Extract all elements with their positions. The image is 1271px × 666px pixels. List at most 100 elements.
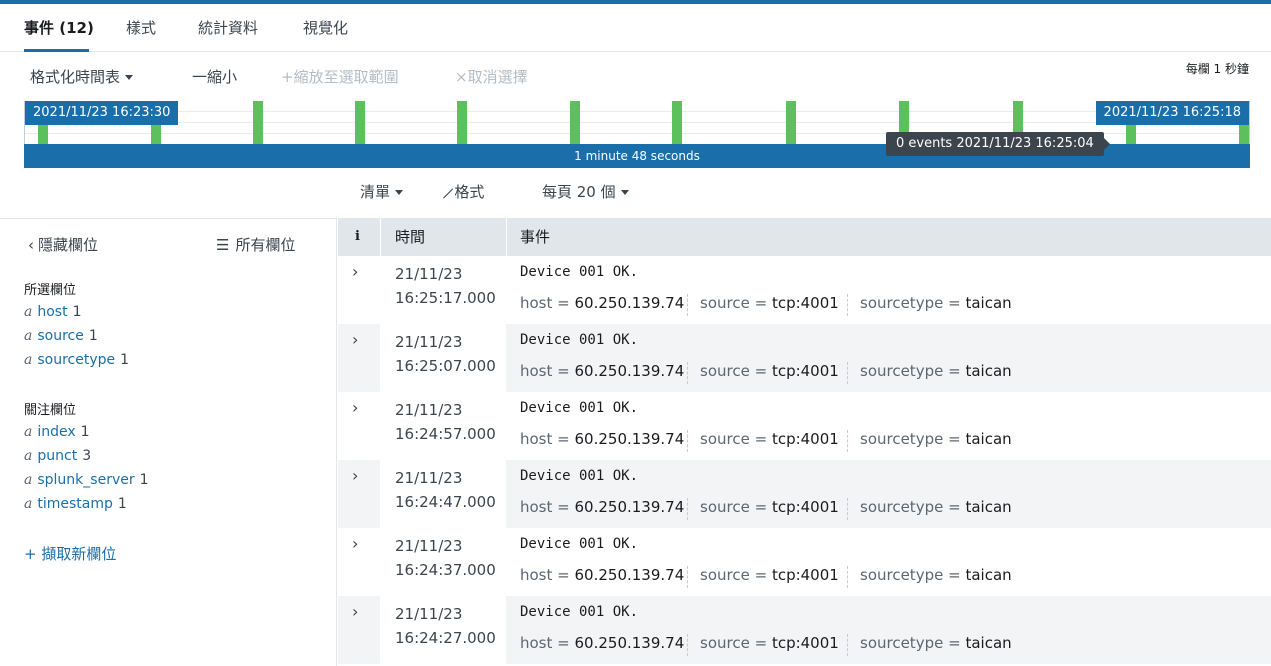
host-field-value[interactable]: host = 60.250.139.74 [520, 430, 684, 448]
field-key: source = [700, 498, 768, 516]
field-punct[interactable]: a punct 3 [24, 448, 91, 464]
event-date: 21/11/23 [395, 605, 463, 623]
event-raw-text: Device 001 OK. [520, 468, 639, 484]
field-value: taican [965, 634, 1012, 652]
host-field-value[interactable]: host = 60.250.139.74 [520, 362, 684, 380]
sourcetype-field-value[interactable]: sourcetype = taican [860, 294, 1012, 312]
field-key: source = [700, 430, 768, 448]
source-field-value[interactable]: source = tcp:4001 [700, 294, 839, 312]
chevron-right-icon[interactable]: › [352, 330, 358, 349]
field-separator [847, 498, 848, 520]
tab-events[interactable]: 事件 (12) [24, 17, 94, 38]
sourcetype-field-value[interactable]: sourcetype = taican [860, 566, 1012, 584]
timeline[interactable]: 2021/11/23 16:23:30 2021/11/23 16:25:18 … [24, 101, 1250, 168]
tab-visualization[interactable]: 視覺化 [303, 17, 348, 38]
timeline-bar[interactable] [355, 101, 365, 144]
event-raw-text: Device 001 OK. [520, 400, 639, 416]
timeline-bar[interactable] [457, 101, 467, 144]
timeline-bar[interactable] [570, 101, 580, 144]
field-name: index [37, 424, 76, 440]
chevron-right-icon[interactable]: › [352, 602, 358, 621]
chevron-right-icon[interactable]: › [352, 398, 358, 417]
sourcetype-field-value[interactable]: sourcetype = taican [860, 430, 1012, 448]
field-value: tcp:4001 [771, 634, 839, 652]
field-count: 1 [88, 328, 98, 344]
event-column-header: 事件 [520, 228, 551, 246]
field-key: host = [520, 498, 570, 516]
field-key: sourcetype = [860, 430, 961, 448]
field-key: host = [520, 430, 570, 448]
field-value: 60.250.139.74 [574, 498, 685, 516]
deselect-button[interactable]: ×取消選擇 [455, 66, 528, 87]
event-time: 21/11/23 16:24:47.000 [395, 466, 496, 514]
zoom-out-button[interactable]: 一縮小 [192, 66, 237, 87]
source-field-value[interactable]: source = tcp:4001 [700, 566, 839, 584]
field-count: 1 [120, 352, 130, 368]
event-date: 21/11/23 [395, 469, 463, 487]
field-key: source = [700, 566, 768, 584]
event-time: 21/11/23 16:24:57.000 [395, 398, 496, 446]
event-raw-text: Device 001 OK. [520, 604, 639, 620]
extract-new-fields-link[interactable]: + 擷取新欄位 [24, 543, 116, 564]
field-separator [847, 294, 848, 316]
source-field-value[interactable]: source = tcp:4001 [700, 498, 839, 516]
host-field-value[interactable]: host = 60.250.139.74 [520, 294, 684, 312]
field-separator [847, 634, 848, 656]
event-time: 21/11/23 16:25:17.000 [395, 262, 496, 310]
sourcetype-field-value[interactable]: sourcetype = taican [860, 362, 1012, 380]
sourcetype-field-value[interactable]: sourcetype = taican [860, 498, 1012, 516]
zoom-to-selection-button[interactable]: +縮放至選取範圍 [281, 66, 399, 87]
timeline-bar[interactable] [253, 101, 263, 144]
field-key: source = [700, 294, 768, 312]
field-key: source = [700, 362, 768, 380]
host-field-value[interactable]: host = 60.250.139.74 [520, 498, 684, 516]
field-splunk-server[interactable]: a splunk_server 1 [24, 472, 149, 488]
field-timestamp[interactable]: a timestamp 1 [24, 496, 127, 512]
host-field-value[interactable]: host = 60.250.139.74 [520, 634, 684, 652]
table-row: › 21/11/23 16:24:47.000 Device 001 OK. ho… [338, 460, 1271, 528]
field-name: source [37, 328, 84, 344]
field-value: tcp:4001 [771, 294, 839, 312]
chevron-right-icon[interactable]: › [352, 262, 358, 281]
field-value: 60.250.139.74 [574, 362, 685, 380]
timeline-bar[interactable] [672, 101, 682, 144]
selected-fields-heading: 所選欄位 [24, 283, 77, 298]
source-field-value[interactable]: source = tcp:4001 [700, 634, 839, 652]
tab-bar: 事件 (12) 樣式 統計資料 視覺化 [0, 4, 1271, 52]
timeline-bar[interactable] [786, 101, 796, 144]
table-row: › 21/11/23 16:24:57.000 Device 001 OK. ho… [338, 392, 1271, 460]
event-raw-text: Device 001 OK. [520, 332, 639, 348]
format-timeline-button[interactable]: 格式化時間表 [30, 66, 134, 87]
per-page-button[interactable]: 每頁 20 個 [542, 181, 629, 202]
field-name: timestamp [37, 496, 113, 512]
format-button[interactable]: |格式 [441, 181, 484, 202]
field-source[interactable]: a source 1 [24, 328, 98, 344]
field-separator [687, 566, 688, 588]
tab-statistics[interactable]: 統計資料 [198, 17, 258, 38]
chevron-down-icon [620, 190, 629, 195]
chevron-right-icon[interactable]: › [352, 534, 358, 553]
field-host[interactable]: a host 1 [24, 304, 82, 320]
sourcetype-field-value[interactable]: sourcetype = taican [860, 634, 1012, 652]
field-key: sourcetype = [860, 566, 961, 584]
field-count: 1 [139, 472, 149, 488]
time-column-header[interactable]: 時間 [395, 218, 425, 256]
source-field-value[interactable]: source = tcp:4001 [700, 362, 839, 380]
source-field-value[interactable]: source = tcp:4001 [700, 430, 839, 448]
timeline-gridline [25, 122, 1249, 123]
field-index[interactable]: a index 1 [24, 424, 90, 440]
interesting-fields-heading: 關注欄位 [24, 403, 77, 418]
field-sourcetype[interactable]: a sourcetype 1 [24, 352, 129, 368]
column-divider [506, 218, 507, 256]
event-raw-text: Device 001 OK. [520, 264, 639, 280]
host-field-value[interactable]: host = 60.250.139.74 [520, 566, 684, 584]
event-date: 21/11/23 [395, 401, 463, 419]
tab-patterns[interactable]: 樣式 [126, 17, 156, 38]
list-view-button[interactable]: 清單 [360, 181, 404, 202]
all-fields-button[interactable]: ☰ 所有欄位 [216, 234, 295, 255]
field-value: 60.250.139.74 [574, 430, 685, 448]
field-key: host = [520, 294, 570, 312]
chevron-right-icon[interactable]: › [352, 466, 358, 485]
hide-fields-button[interactable]: ‹ 隱藏欄位 [28, 234, 98, 255]
field-value: 60.250.139.74 [574, 634, 685, 652]
